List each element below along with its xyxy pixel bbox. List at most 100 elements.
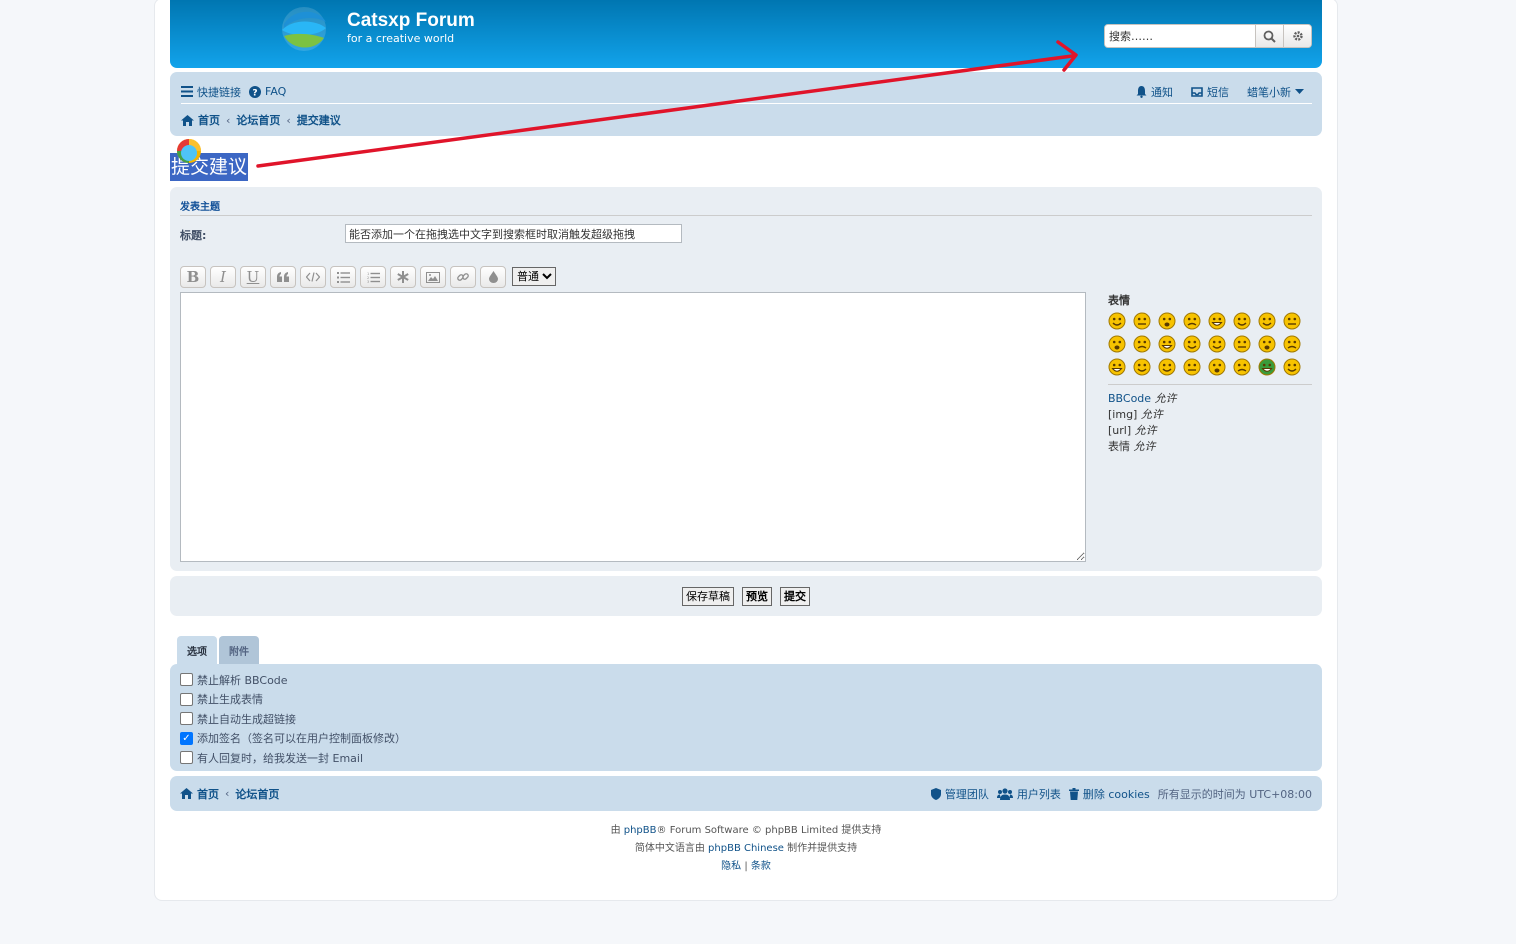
option-row[interactable]: 禁止自动生成超链接 [180, 709, 1312, 729]
quick-links-menu[interactable]: 快捷链接 [181, 84, 241, 100]
copyright: 由 phpBB® Forum Software © phpBB Limited … [170, 822, 1322, 876]
notifications-link[interactable]: 通知 [1136, 84, 1173, 100]
terms-link[interactable]: 条款 [751, 861, 771, 872]
option-row[interactable]: 禁止解析 BBCode [180, 670, 1312, 690]
smiley-icon[interactable] [1158, 335, 1176, 353]
option-row[interactable]: ✓ 添加签名（签名可以在用户控制面板修改） [180, 729, 1312, 749]
delete-cookies-link[interactable]: 删除 cookies [1068, 786, 1150, 802]
site-title[interactable]: Catsxp Forum [347, 10, 475, 32]
search-input[interactable] [1105, 25, 1255, 47]
tab-options[interactable]: 选项 [177, 636, 217, 664]
users-icon [996, 787, 1013, 800]
nav-top-row: 快捷链接 ? FAQ 通知 短信 蜡笔小新 [181, 80, 1312, 104]
search-button[interactable] [1255, 25, 1283, 47]
smiley-icon[interactable] [1108, 312, 1126, 330]
smiley-icon[interactable] [1108, 358, 1126, 376]
image-button[interactable] [420, 266, 446, 288]
smiley-icon[interactable] [1133, 358, 1151, 376]
quote-button[interactable] [270, 266, 296, 288]
smiley-icon[interactable] [1258, 312, 1276, 330]
checkbox[interactable] [180, 692, 193, 706]
link-button[interactable] [450, 266, 476, 288]
smiley-icon[interactable] [1158, 358, 1176, 376]
smiley-icon[interactable] [1233, 358, 1251, 376]
phpbb-link[interactable]: phpBB [624, 825, 657, 836]
subject-input[interactable] [345, 224, 682, 243]
phpbb-chinese-link[interactable]: phpBB Chinese [708, 843, 784, 854]
smiley-icon[interactable] [1258, 358, 1276, 376]
option-row[interactable]: 有人回复时，给我发送一封 Email [180, 748, 1312, 768]
checkbox[interactable] [180, 751, 193, 765]
italic-button[interactable]: I [210, 266, 236, 288]
smiley-icon[interactable] [1208, 312, 1226, 330]
img-permission: [img] 允许 [1108, 407, 1312, 423]
smiley-icon[interactable] [1183, 335, 1201, 353]
powered-suffix: ® Forum Software © phpBB Limited 提供支持 [656, 825, 882, 836]
powered-by-line: 由 phpBB® Forum Software © phpBB Limited … [170, 822, 1322, 840]
smiley-icon[interactable] [1283, 312, 1301, 330]
messages-link[interactable]: 短信 [1191, 84, 1229, 100]
smiley-icon[interactable] [1133, 312, 1151, 330]
bbcode-link[interactable]: BBCode [1108, 392, 1151, 405]
breadcrumb-current[interactable]: 提交建议 [297, 112, 341, 128]
site-logo[interactable] [280, 6, 328, 52]
caret-down-icon [1295, 88, 1304, 94]
preview-button[interactable]: 预览 [742, 586, 772, 606]
advanced-search-button[interactable] [1283, 25, 1311, 47]
smiley-icon[interactable] [1283, 335, 1301, 353]
smiley-icon[interactable] [1233, 335, 1251, 353]
navbar: 快捷链接 ? FAQ 通知 短信 蜡笔小新 首页 ‹ 论坛首页 ‹ 提交建议 [170, 72, 1322, 136]
faq-link[interactable]: ? FAQ [249, 85, 286, 98]
list-item-button[interactable] [390, 266, 416, 288]
posting-panel: 发表主题 标题: B I U 123 普通 表情 BBCode 允许 [img]… [170, 187, 1322, 571]
smiley-icon[interactable] [1183, 358, 1201, 376]
username-menu[interactable]: 蜡笔小新 [1247, 84, 1304, 100]
privacy-link[interactable]: 隐私 [721, 861, 741, 872]
footer-nav: 首页 ‹ 论坛首页 管理团队 用户列表 删除 cookies 所有显示的时间为 … [170, 776, 1322, 811]
smiley-icon[interactable] [1208, 335, 1226, 353]
option-label: 禁止解析 BBCode [197, 673, 288, 687]
list-button[interactable] [330, 266, 356, 288]
option-label: 添加签名（签名可以在用户控制面板修改） [197, 732, 406, 746]
breadcrumb-forum[interactable]: 论坛首页 [236, 112, 280, 128]
smiley-icon[interactable] [1183, 312, 1201, 330]
checkbox[interactable] [180, 673, 193, 687]
translation-line: 简体中文语言由 phpBB Chinese 制作并提供支持 [170, 840, 1322, 858]
smiley-icon[interactable] [1258, 335, 1276, 353]
save-draft-button[interactable]: 保存草稿 [682, 586, 734, 606]
checkbox[interactable] [180, 712, 193, 726]
code-icon [306, 272, 320, 282]
option-row[interactable]: 禁止生成表情 [180, 690, 1312, 710]
numbered-list-button[interactable]: 123 [360, 266, 386, 288]
tab-attachments[interactable]: 附件 [219, 636, 259, 664]
message-editor[interactable] [180, 292, 1086, 562]
smiley-icon[interactable] [1233, 312, 1251, 330]
smiley-icon[interactable] [1108, 335, 1126, 353]
smiley-icon[interactable] [1208, 358, 1226, 376]
menu-icon [181, 86, 193, 97]
team-link[interactable]: 管理团队 [930, 786, 989, 802]
img-state: 允许 [1140, 408, 1163, 421]
breadcrumb-home[interactable]: 首页 [181, 112, 220, 128]
checkbox-checked[interactable]: ✓ [180, 731, 193, 745]
faq-label: FAQ [265, 85, 287, 98]
submit-button[interactable]: 提交 [780, 586, 810, 606]
url-permission: [url] 允许 [1108, 423, 1312, 439]
chinese-suffix: 制作并提供支持 [787, 843, 858, 854]
footer-home-link[interactable]: 首页 [180, 786, 219, 802]
font-size-select[interactable]: 普通 [512, 267, 556, 286]
smiley-icon[interactable] [1283, 358, 1301, 376]
smiley-icon[interactable] [1133, 335, 1151, 353]
timezone-text: 所有显示的时间为 UTC+08:00 [1157, 787, 1312, 801]
footer-forum-link[interactable]: 论坛首页 [235, 786, 279, 802]
members-link[interactable]: 用户列表 [996, 786, 1061, 802]
help-icon: ? [249, 85, 261, 98]
code-button[interactable] [300, 266, 326, 288]
policy-line: 隐私 | 条款 [170, 858, 1322, 876]
pipe-separator: | [744, 861, 748, 872]
smiley-icon[interactable] [1158, 312, 1176, 330]
color-button[interactable] [480, 266, 506, 288]
underline-button[interactable]: U [240, 266, 266, 288]
bold-button[interactable]: B [180, 266, 206, 288]
section-title: 发表主题 [180, 198, 1312, 216]
